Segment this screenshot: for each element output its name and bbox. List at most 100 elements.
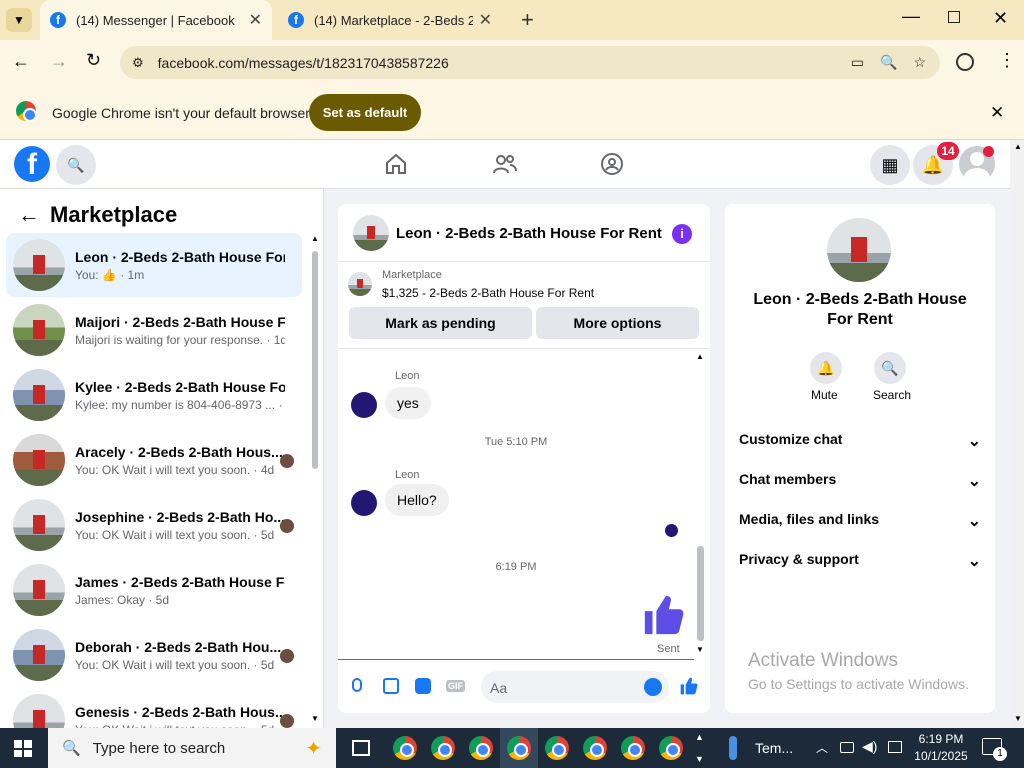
sidebar-title: Marketplace <box>50 202 178 227</box>
nav-gaming[interactable] <box>600 152 624 176</box>
details-section[interactable]: Customize chat ⌄ <box>739 431 981 451</box>
message-sender: Leon <box>395 370 420 382</box>
maximize-button[interactable] <box>948 11 960 23</box>
profile-icon[interactable] <box>956 53 974 71</box>
chat-title[interactable]: Leon · 2-Beds 2-Bath House For Rent <box>396 225 662 242</box>
tab-search-button[interactable]: ▼ <box>6 8 32 32</box>
start-button[interactable] <box>14 740 32 757</box>
conversation-item[interactable]: Maijori · 2-Beds 2-Bath House F... Maijor… <box>6 298 302 362</box>
menu-button[interactable]: ▦ <box>870 145 910 185</box>
back-button[interactable]: ← <box>12 51 30 72</box>
conversation-item[interactable]: Genesis · 2-Beds 2-Bath Hous...You: OK W… <box>6 688 302 728</box>
network-icon[interactable] <box>888 741 902 753</box>
facebook-favicon-icon: f <box>50 12 66 28</box>
emoji-icon[interactable] <box>644 678 662 696</box>
details-section[interactable]: Chat members ⌄ <box>739 471 981 491</box>
conversation-item[interactable]: Leon · 2-Beds 2-Bath House For ... You: 👍… <box>6 233 302 297</box>
message-input-placeholder: Aa <box>490 680 508 696</box>
nav-home[interactable] <box>384 152 408 176</box>
message-bubble[interactable]: Hello? <box>385 484 449 516</box>
back-arrow-icon[interactable]: ← <box>18 202 40 228</box>
taskbar-scroll-up-icon[interactable]: ▲ <box>695 732 704 742</box>
bookmark-star-icon[interactable]: ☆ <box>913 54 926 71</box>
listing-thumbnail[interactable] <box>348 272 372 296</box>
clock-date[interactable]: 10/1/2025 <box>912 749 970 763</box>
chrome-taskbar-icon[interactable] <box>659 736 683 760</box>
taskbar-search[interactable]: 🔍 Type here to search ✦ <box>48 728 336 768</box>
chrome-taskbar-icon[interactable] <box>393 736 417 760</box>
mark-as-pending-button[interactable]: Mark as pending <box>349 307 532 339</box>
sticker-icon[interactable] <box>415 678 431 694</box>
conversation-item[interactable]: Aracely · 2-Beds 2-Bath Hous... You: OK W… <box>6 428 302 492</box>
close-infobar-icon[interactable]: ✕ <box>990 103 1004 123</box>
show-hidden-icons[interactable]: ︿ <box>816 739 828 756</box>
details-section[interactable]: Privacy & support ⌄ <box>739 551 981 571</box>
microphone-icon[interactable] <box>352 678 362 692</box>
site-info-icon[interactable]: ⚙ <box>132 55 144 71</box>
like-button[interactable] <box>679 676 699 696</box>
facebook-logo-icon[interactable]: f <box>14 146 50 182</box>
camera-icon[interactable] <box>840 742 854 753</box>
message-bubble[interactable]: yes <box>385 387 431 419</box>
tab-messenger[interactable]: f (14) Messenger | Facebook ✕ <box>40 0 272 40</box>
taskbar-scroll-down-icon[interactable]: ▼ <box>695 754 704 764</box>
sender-avatar[interactable] <box>351 392 377 418</box>
conversation-preview: You: 👍 · 1m <box>75 267 145 282</box>
listing-title[interactable]: $1,325 - 2-Beds 2-Bath House For Rent <box>382 286 594 300</box>
search-conversation-button[interactable]: 🔍 <box>874 352 906 384</box>
set-as-default-button[interactable]: Set as default <box>309 94 421 131</box>
chrome-taskbar-icon[interactable] <box>431 736 455 760</box>
scroll-up-icon[interactable]: ▲ <box>696 352 704 361</box>
conversation-preview: You: OK Wait i will text you soon. · 5d <box>75 527 275 542</box>
close-window-button[interactable]: ✕ <box>993 8 1008 29</box>
close-tab-icon[interactable]: ✕ <box>473 10 492 30</box>
mute-button[interactable]: 🔔 <box>810 352 842 384</box>
address-bar[interactable]: ⚙ facebook.com/messages/t/18231704385872… <box>120 46 940 79</box>
tab-marketplace[interactable]: f (14) Marketplace - 2-Beds 2-Bath ✕ <box>278 0 502 40</box>
nav-friends[interactable] <box>492 152 518 176</box>
conversation-scrollbar[interactable] <box>312 251 318 469</box>
conversation-avatar <box>13 239 65 291</box>
scroll-up-icon[interactable]: ▲ <box>1014 142 1022 151</box>
more-options-button[interactable]: More options <box>536 307 699 339</box>
photo-icon[interactable] <box>383 678 399 694</box>
install-app-icon[interactable]: ▭ <box>851 54 864 71</box>
weather-text[interactable]: Tem... <box>755 740 793 756</box>
chrome-taskbar-icon[interactable] <box>583 736 607 760</box>
message-input[interactable]: Aa <box>481 671 669 703</box>
scroll-down-icon[interactable]: ▼ <box>696 645 704 654</box>
gif-icon[interactable]: GIF <box>446 680 465 692</box>
info-icon[interactable]: i <box>672 224 692 244</box>
zoom-icon[interactable]: 🔍 <box>880 54 897 71</box>
forward-button[interactable]: → <box>50 51 68 72</box>
search-button[interactable]: 🔍 <box>56 145 96 185</box>
conversation-item[interactable]: Deborah · 2-Beds 2-Bath Hou... You: OK Wa… <box>6 623 302 687</box>
chrome-taskbar-icon[interactable] <box>545 736 569 760</box>
chrome-taskbar-icon[interactable] <box>621 736 645 760</box>
details-section[interactable]: Media, files and links ⌄ <box>739 511 981 531</box>
minimize-button[interactable]: — <box>902 6 920 27</box>
scroll-down-icon[interactable]: ▼ <box>311 714 319 723</box>
message-scrollbar[interactable] <box>697 546 704 641</box>
chrome-taskbar-icon[interactable] <box>507 736 531 760</box>
new-tab-button[interactable]: + <box>521 7 534 33</box>
close-tab-icon[interactable]: ✕ <box>243 10 262 30</box>
chat-header-avatar[interactable] <box>353 215 389 251</box>
thumbs-up-sent-icon[interactable] <box>641 592 687 638</box>
conversation-item[interactable]: Kylee · 2-Beds 2-Bath House For... Kylee:… <box>6 363 302 427</box>
reload-button[interactable]: ↻ <box>86 50 101 71</box>
menu-icon[interactable]: ⋮ <box>998 50 1016 71</box>
conversation-item[interactable]: Josephine · 2-Beds 2-Bath Ho... You: OK W… <box>6 493 302 557</box>
mute-label: Mute <box>811 388 838 402</box>
conversation-avatar <box>13 304 65 356</box>
task-view-icon[interactable] <box>352 740 370 756</box>
page-scrollbar[interactable]: ▲ ▼ <box>1011 140 1024 728</box>
sender-avatar[interactable] <box>351 490 377 516</box>
chrome-taskbar-icon[interactable] <box>469 736 493 760</box>
conversation-item[interactable]: James · 2-Beds 2-Bath House Fo... James: … <box>6 558 302 622</box>
scroll-up-icon[interactable]: ▲ <box>311 234 319 243</box>
clock-time[interactable]: 6:19 PM <box>916 732 966 746</box>
profile-avatar[interactable] <box>827 218 891 282</box>
volume-icon[interactable]: ◀) <box>862 738 877 755</box>
scroll-down-icon[interactable]: ▼ <box>1014 714 1022 723</box>
